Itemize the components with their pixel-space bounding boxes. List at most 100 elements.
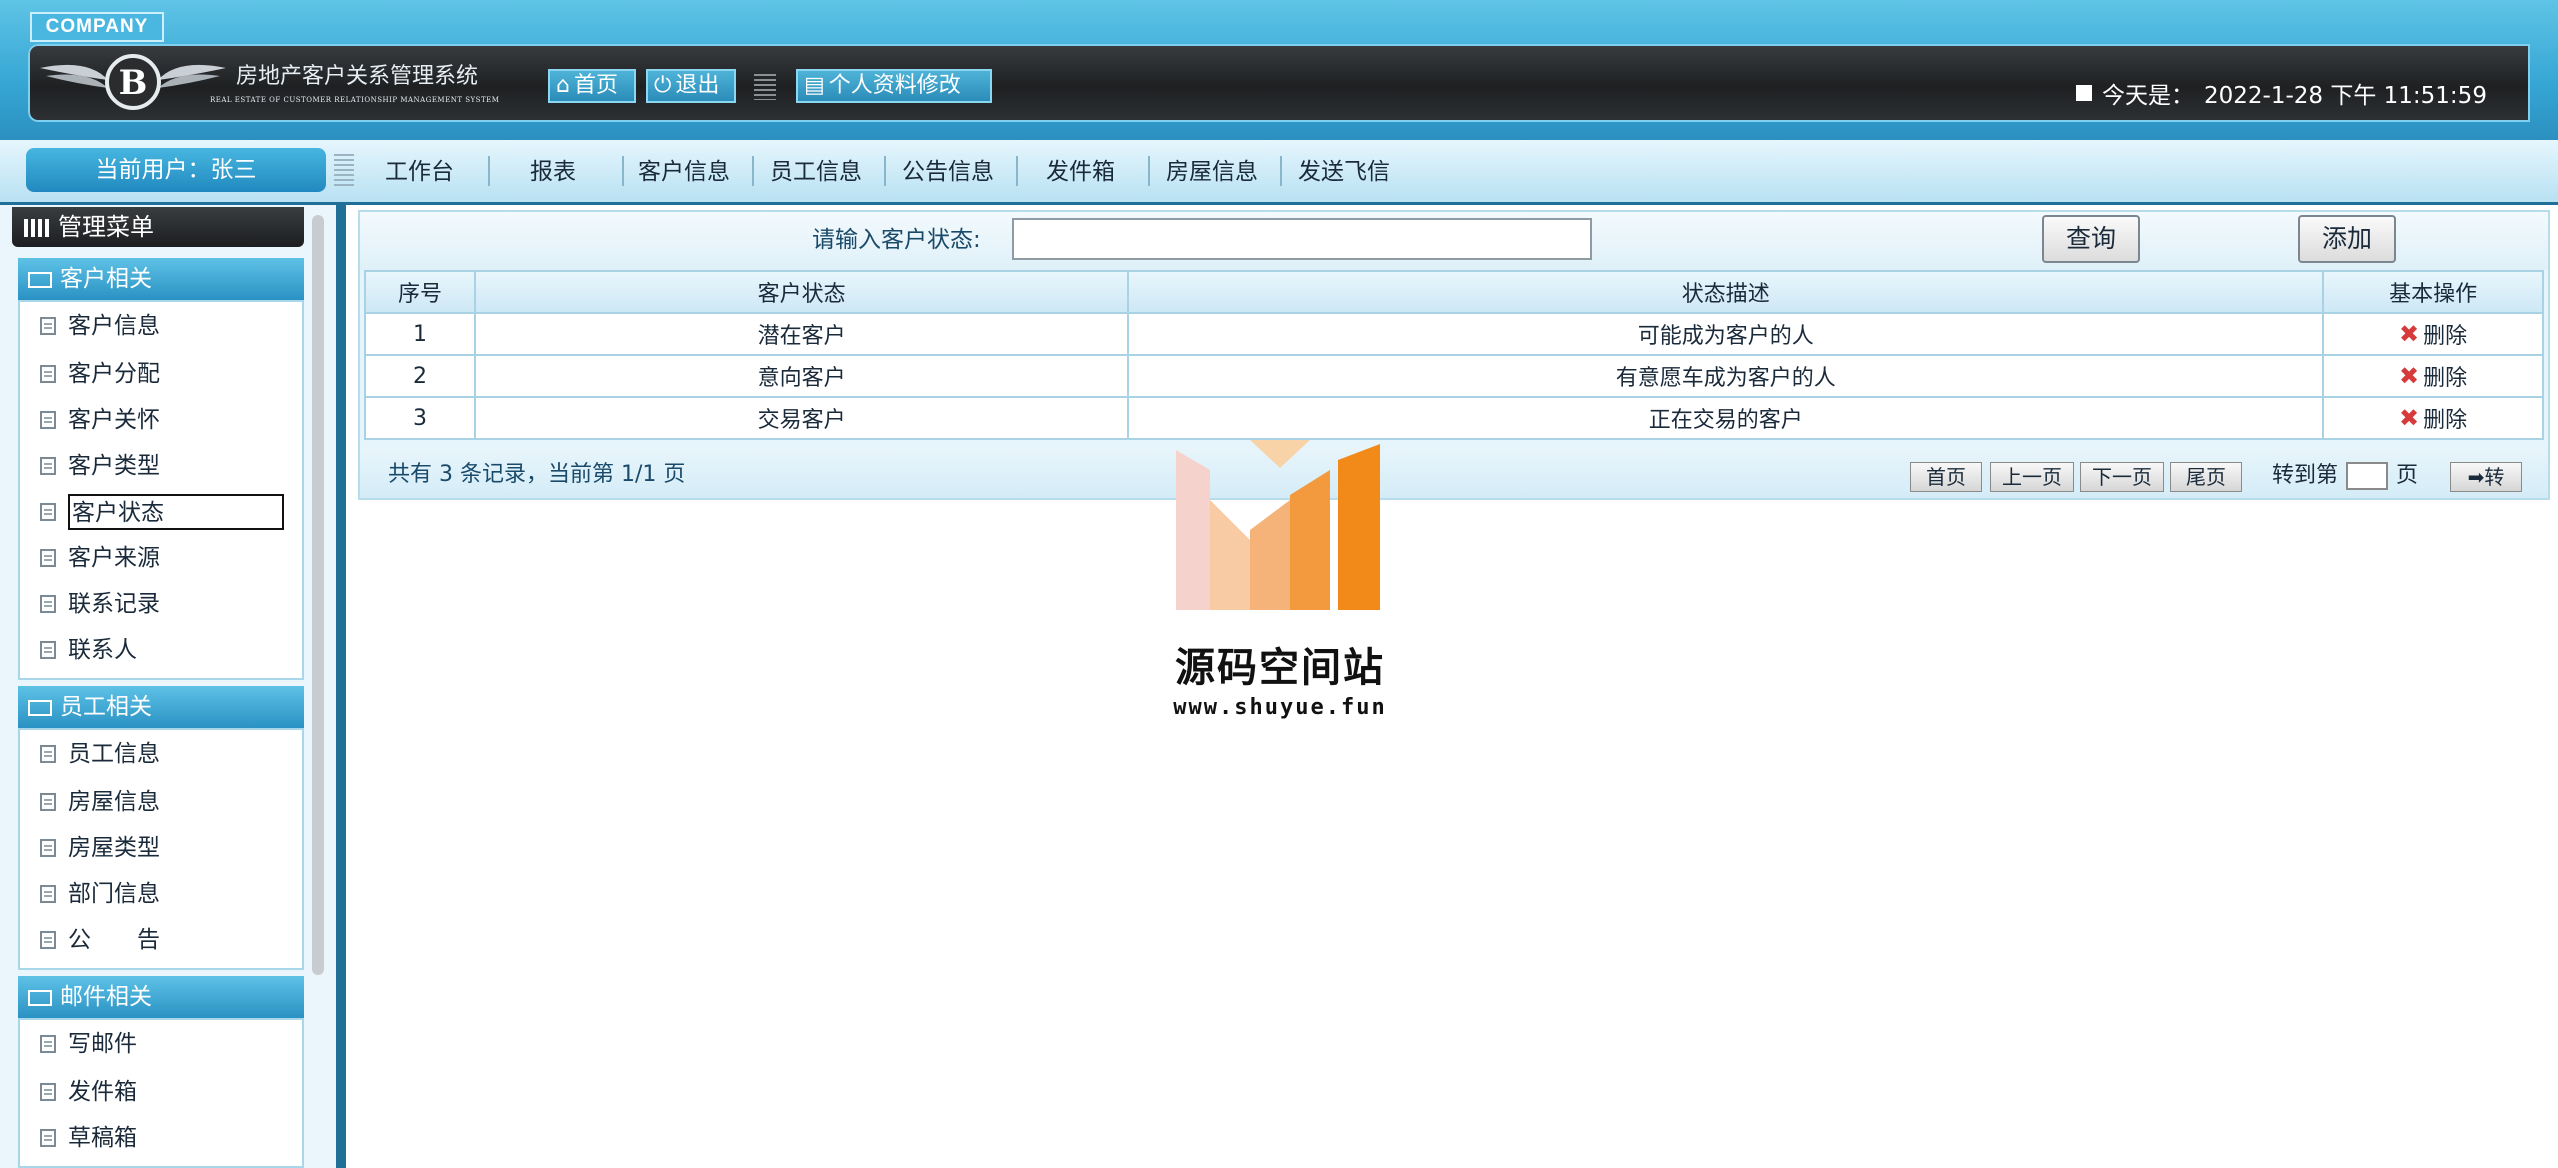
sidebar-group-employee[interactable]: 员工相关 xyxy=(18,686,304,728)
sidebar-item-drafts[interactable]: 草稿箱 xyxy=(40,1120,137,1156)
document-icon xyxy=(40,1129,56,1147)
current-datetime: 今天是： 2022-1-28 下午 11:51:59 xyxy=(2076,76,2487,110)
sidebar-scrollbar[interactable] xyxy=(312,215,324,975)
delete-x-icon: ✖ xyxy=(2399,320,2420,348)
logout-button[interactable]: ⏻ 退出 xyxy=(646,69,736,103)
sidebar-item-employee-info[interactable]: 员工信息 xyxy=(40,736,160,772)
nav-item-reports[interactable]: 报表 xyxy=(530,152,576,192)
document-icon xyxy=(40,457,56,475)
grid-icon xyxy=(24,219,50,237)
nav-divider xyxy=(752,156,754,186)
square-icon xyxy=(2076,85,2092,101)
nav-item-houses[interactable]: 房屋信息 xyxy=(1166,152,1258,192)
sidebar-item-house-type[interactable]: 房屋类型 xyxy=(40,830,160,866)
top-nav-bar xyxy=(0,140,2558,205)
cell-description: 正在交易的客户 xyxy=(1127,396,2325,440)
document-icon xyxy=(40,641,56,659)
book-icon xyxy=(28,271,52,288)
goto-button[interactable]: ➡转 xyxy=(2450,462,2522,492)
nav-divider xyxy=(488,156,490,186)
column-header-index: 序号 xyxy=(364,270,476,314)
cell-index: 1 xyxy=(364,312,476,356)
customer-status-table: 序号 客户状态 状态描述 基本操作 1 潜在客户 可能成为客户的人 ✖ 删除 2 … xyxy=(364,270,2544,440)
table-row: 1 潜在客户 可能成为客户的人 ✖ 删除 xyxy=(364,312,2544,356)
sidebar-item-department[interactable]: 部门信息 xyxy=(40,876,160,912)
sidebar-group-customer[interactable]: 客户相关 xyxy=(18,258,304,300)
document-icon xyxy=(40,745,56,763)
sidebar-item-announcement[interactable]: 公 告 xyxy=(40,922,160,958)
nav-divider xyxy=(884,156,886,186)
customer-status-search-input[interactable] xyxy=(1012,218,1592,260)
sidebar-group-mail[interactable]: 邮件相关 xyxy=(18,976,304,1018)
first-page-button[interactable]: 首页 xyxy=(1910,462,1982,492)
column-header-status: 客户状态 xyxy=(473,270,1130,314)
next-page-button[interactable]: 下一页 xyxy=(2080,462,2164,492)
document-icon: ▤ xyxy=(804,73,825,98)
pager-summary: 共有 3 条记录，当前第 1/1 页 xyxy=(388,462,686,487)
delete-link[interactable]: ✖ 删除 xyxy=(2399,318,2467,350)
document-icon xyxy=(40,1083,56,1101)
delete-x-icon: ✖ xyxy=(2399,362,2420,390)
document-icon xyxy=(40,839,56,857)
nav-item-send-fetion[interactable]: 发送飞信 xyxy=(1298,152,1390,192)
goto-page-input[interactable] xyxy=(2346,462,2389,490)
prev-page-button[interactable]: 上一页 xyxy=(1990,462,2074,492)
document-icon xyxy=(40,503,56,521)
book-icon xyxy=(28,699,52,716)
nav-item-customers[interactable]: 客户信息 xyxy=(638,152,730,192)
cell-status: 交易客户 xyxy=(473,396,1130,440)
nav-divider xyxy=(1148,156,1150,186)
sidebar-item-customer-care[interactable]: 客户关怀 xyxy=(40,402,160,438)
watermark-logo xyxy=(1176,440,1380,610)
last-page-button[interactable]: 尾页 xyxy=(2170,462,2242,492)
cell-description: 有意愿车成为客户的人 xyxy=(1127,354,2325,398)
cell-actions: ✖ 删除 xyxy=(2322,354,2544,398)
sidebar-item-outbox[interactable]: 发件箱 xyxy=(40,1074,137,1110)
sidebar-divider xyxy=(336,205,346,1168)
power-icon: ⏻ xyxy=(654,73,672,98)
sidebar-item-customer-info[interactable]: 客户信息 xyxy=(40,308,160,344)
sidebar-menu-title: 管理菜单 xyxy=(12,207,304,247)
sidebar-item-customer-type[interactable]: 客户类型 xyxy=(40,448,160,484)
goto-page: 转到第 页 xyxy=(2272,462,2419,490)
sidebar-item-customer-source[interactable]: 客户来源 xyxy=(40,540,160,576)
system-title: 房地产客户关系管理系统 xyxy=(236,64,479,89)
document-icon xyxy=(40,793,56,811)
table-header-row: 序号 客户状态 状态描述 基本操作 xyxy=(364,270,2544,314)
nav-item-outbox[interactable]: 发件箱 xyxy=(1046,152,1115,192)
sidebar-item-house-info[interactable]: 房屋信息 xyxy=(40,784,160,820)
column-header-actions: 基本操作 xyxy=(2322,270,2544,314)
sidebar-item-write-mail[interactable]: 写邮件 xyxy=(40,1026,137,1062)
cell-index: 2 xyxy=(364,354,476,398)
delete-link[interactable]: ✖ 删除 xyxy=(2399,402,2467,434)
table-row: 2 意向客户 有意愿车成为客户的人 ✖ 删除 xyxy=(364,354,2544,398)
cell-status: 意向客户 xyxy=(473,354,1130,398)
sidebar-item-contact-records[interactable]: 联系记录 xyxy=(40,586,160,622)
delete-link[interactable]: ✖ 删除 xyxy=(2399,360,2467,392)
watermark-name: 源码空间站 xyxy=(1175,645,1385,691)
nav-item-employees[interactable]: 员工信息 xyxy=(770,152,862,192)
grip-icon xyxy=(334,154,354,186)
nav-divider xyxy=(1280,156,1282,186)
current-user-badge: 当前用户：张三 xyxy=(26,148,326,192)
cell-actions: ✖ 删除 xyxy=(2322,396,2544,440)
book-icon xyxy=(28,989,52,1006)
column-header-description: 状态描述 xyxy=(1127,270,2325,314)
document-icon xyxy=(40,1035,56,1053)
query-button[interactable]: 查询 xyxy=(2042,215,2140,263)
grip-icon xyxy=(754,74,776,100)
sidebar-item-customer-status[interactable]: 客户状态 xyxy=(40,494,284,530)
svg-text:B: B xyxy=(119,63,148,103)
sidebar-item-customer-assign[interactable]: 客户分配 xyxy=(40,356,160,392)
search-label: 请输入客户状态: xyxy=(812,227,981,253)
nav-item-workbench[interactable]: 工作台 xyxy=(385,152,454,192)
sidebar-item-contacts[interactable]: 联系人 xyxy=(40,632,137,668)
nav-divider xyxy=(622,156,624,186)
cell-status: 潜在客户 xyxy=(473,312,1130,356)
add-button[interactable]: 添加 xyxy=(2298,215,2396,263)
document-icon xyxy=(40,365,56,383)
home-button[interactable]: ⌂ 首页 xyxy=(548,69,636,103)
nav-item-notices[interactable]: 公告信息 xyxy=(902,152,994,192)
profile-edit-button[interactable]: ▤ 个人资料修改 xyxy=(796,69,992,103)
document-icon xyxy=(40,595,56,613)
